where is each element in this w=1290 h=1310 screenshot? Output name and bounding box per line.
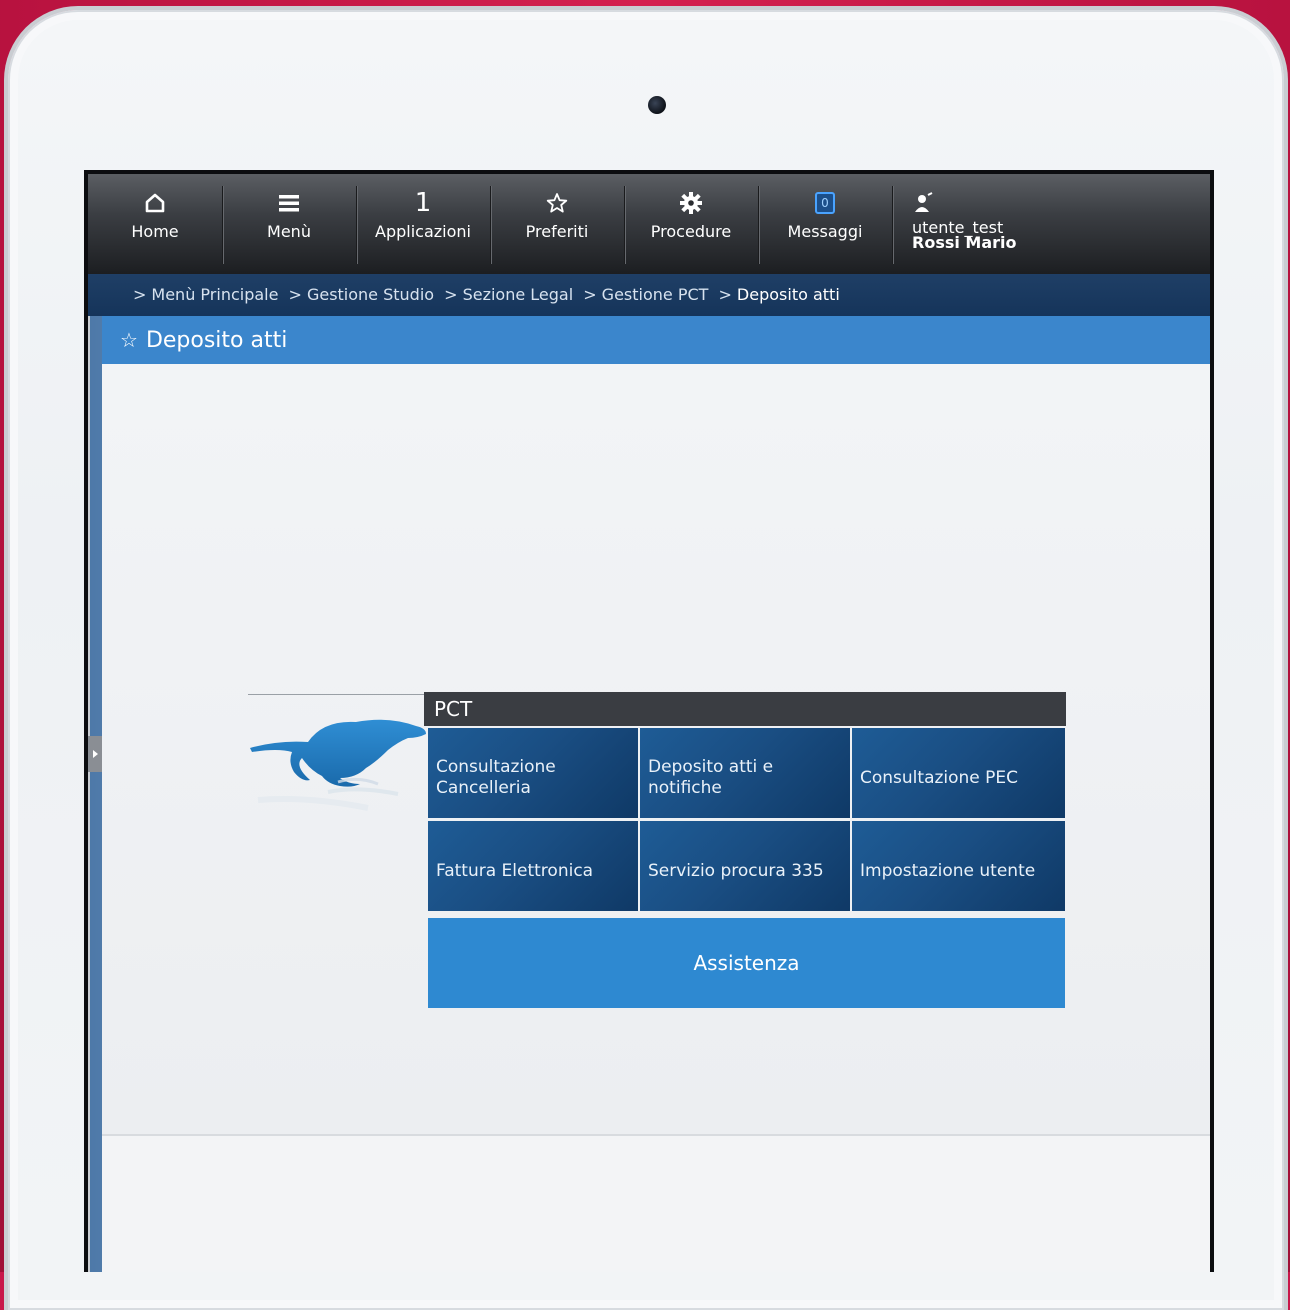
tile-consultazione-pec[interactable]: Consultazione PEC (852, 728, 1065, 818)
nav-applications-label: Applicazioni (375, 222, 471, 241)
nav-menu[interactable]: Menù (222, 174, 356, 274)
user-profile[interactable]: utente_test Rossi Mario (892, 174, 1072, 274)
user-fullname: Rossi Mario (912, 233, 1017, 252)
breadcrumb-separator: > (133, 285, 147, 304)
nav-messages-label: Messaggi (787, 222, 863, 241)
star-icon (546, 188, 568, 218)
page-title-bar: ☆ Deposito atti (102, 316, 1210, 364)
tile-fattura-elettronica[interactable]: Fattura Elettronica (428, 821, 638, 911)
tile-label: Deposito atti e notifiche (648, 757, 774, 798)
breadcrumb-separator: > (718, 285, 732, 304)
breadcrumb-item[interactable]: Gestione Studio (307, 285, 434, 304)
cheetah-logo (250, 719, 426, 811)
main-panel: PCT Consultazione Cancelleria Deposito a… (102, 364, 1210, 1134)
footer-area (102, 1136, 1210, 1272)
breadcrumb-separator: > (583, 285, 597, 304)
camera-dot (648, 96, 666, 114)
star-icon[interactable]: ☆ (120, 328, 138, 352)
breadcrumb-separator: > (288, 285, 302, 304)
gear-icon (679, 188, 703, 218)
home-icon (144, 188, 166, 218)
tile-impostazione-utente[interactable]: Impostazione utente (852, 821, 1065, 911)
tile-consultazione-cancelleria[interactable]: Consultazione Cancelleria (428, 728, 638, 818)
menu-icon (278, 188, 300, 218)
breadcrumb-separator: > (444, 285, 458, 304)
tile-label: Consultazione Cancelleria (436, 757, 556, 798)
tile-label: Fattura Elettronica (436, 860, 594, 881)
content-area: ☆ Deposito atti PCT Consultazione Cancell… (88, 316, 1210, 1272)
assistance-button[interactable]: Assistenza (428, 918, 1065, 1008)
message-icon: 0 (815, 188, 835, 218)
breadcrumb-item[interactable]: Menù Principale (151, 285, 278, 304)
message-count-badge: 0 (815, 192, 835, 214)
page-title: Deposito atti (145, 328, 288, 353)
nav-favorites[interactable]: Preferiti (490, 174, 624, 274)
nav-home-label: Home (131, 222, 179, 241)
app-screen: Home Menù 1 Applicazioni Preferiti Proce… (84, 170, 1214, 1272)
applications-icon: 1 (414, 188, 432, 218)
nav-applications[interactable]: 1 Applicazioni (356, 174, 490, 274)
logo-divider (248, 694, 426, 695)
side-panel-toggle[interactable] (88, 736, 102, 772)
tile-servizio-procura[interactable]: Servizio procura 335 (640, 821, 850, 911)
nav-procedures-label: Procedure (650, 222, 732, 241)
nav-menu-label: Menù (267, 222, 311, 241)
pct-tile-grid: Consultazione Cancelleria Deposito atti … (428, 728, 1065, 911)
breadcrumb-current: Deposito atti (736, 285, 840, 304)
tile-label: Impostazione utente (860, 860, 1036, 881)
nav-messages[interactable]: 0 Messaggi (758, 174, 892, 274)
nav-procedures[interactable]: Procedure (624, 174, 758, 274)
breadcrumb: > Menù Principale > Gestione Studio > Sezio… (88, 274, 1210, 316)
breadcrumb-item[interactable]: Gestione PCT (602, 285, 709, 304)
breadcrumb-item[interactable]: Sezione Legal (463, 285, 574, 304)
tile-label: Servizio procura 335 (648, 860, 824, 881)
side-panel-strip (88, 316, 102, 1272)
tile-label: Consultazione PEC (860, 767, 1019, 788)
pct-panel-header: PCT (424, 692, 1066, 726)
side-panel-bar (90, 316, 102, 1272)
nav-home[interactable]: Home (88, 174, 222, 274)
user-icon (912, 188, 936, 218)
top-navigation-bar: Home Menù 1 Applicazioni Preferiti Proce… (88, 174, 1210, 274)
tile-deposito-atti[interactable]: Deposito atti e notifiche (640, 728, 850, 818)
nav-favorites-label: Preferiti (525, 222, 589, 241)
